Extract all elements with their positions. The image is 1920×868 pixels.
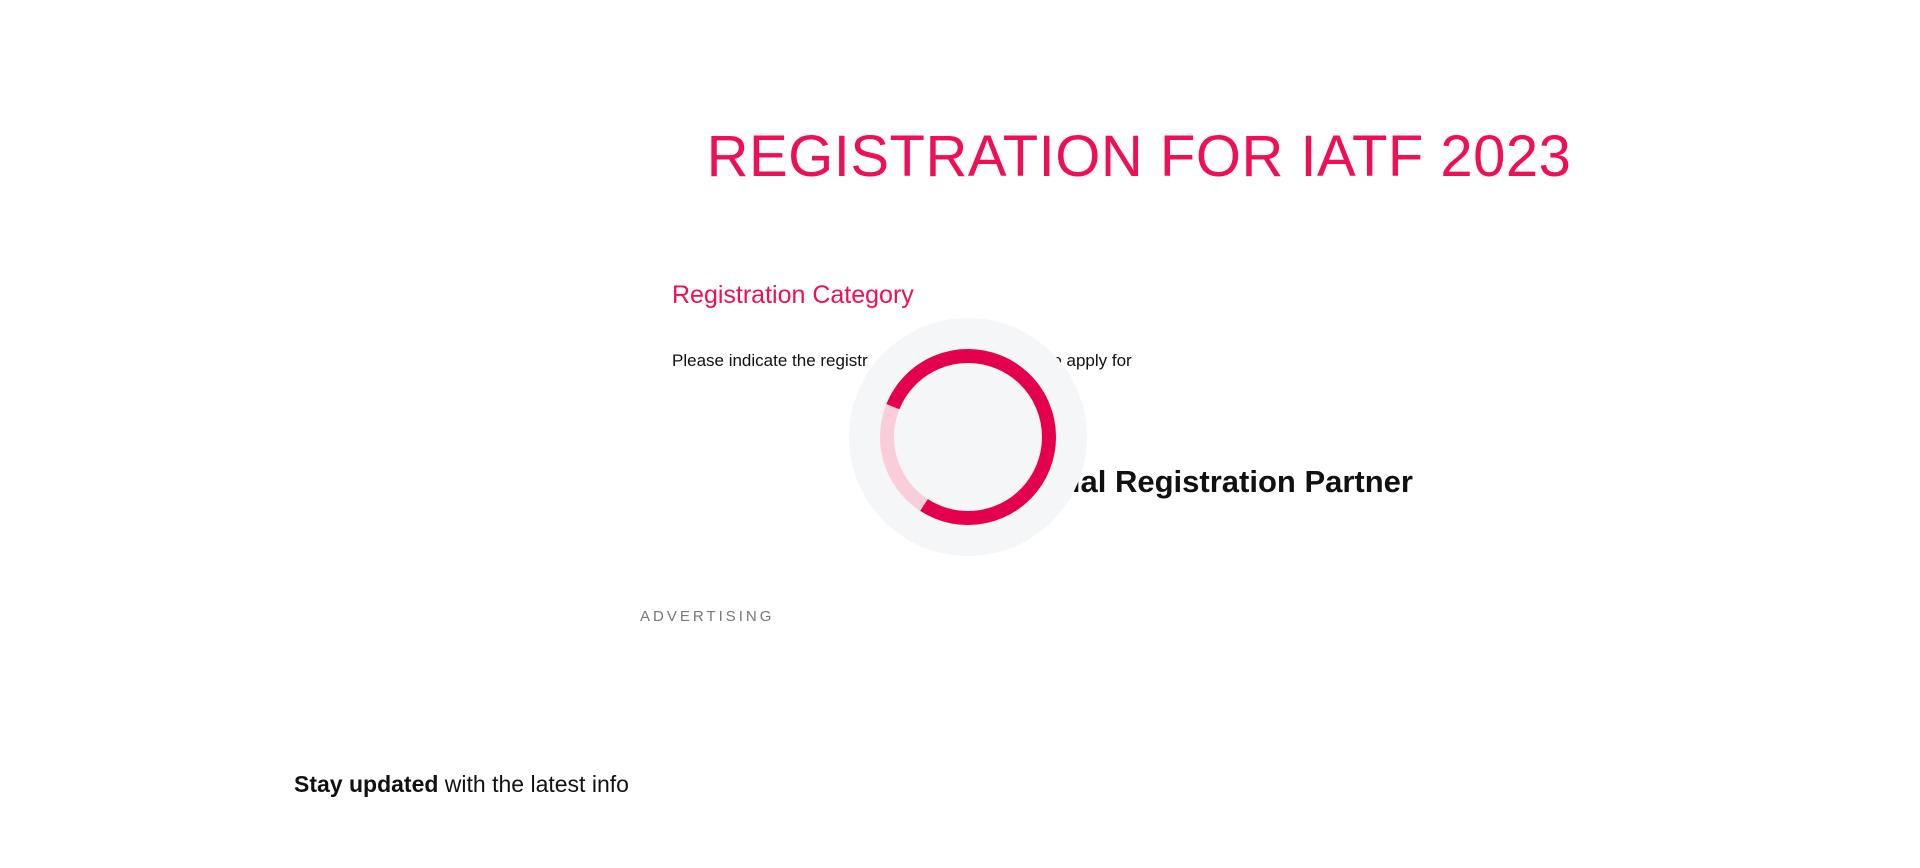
- loading-spinner-icon: [879, 349, 1056, 525]
- spinner-arc: [879, 349, 1056, 525]
- registration-category-title: Registration Category: [672, 281, 914, 309]
- registration-instructions-left: Please indicate the registr: [672, 351, 868, 370]
- advertising-label: ADVERTISING: [640, 608, 775, 625]
- page-title-text: REGISTRATION FOR IATF 2023: [706, 124, 1572, 189]
- newsletter-lead-rest: with the latest info: [438, 771, 629, 797]
- registration-partner-heading: cial Registration Partner: [1054, 464, 1413, 499]
- page-title: REGISTRATION FOR IATF 2023: [0, 128, 1920, 186]
- loading-spinner: [849, 318, 1087, 556]
- newsletter-lead-bold: Stay updated: [294, 771, 439, 797]
- registration-page: REGISTRATION FOR IATF 2023 Registration …: [0, 0, 1920, 868]
- newsletter-lead: Stay updated with the latest info: [294, 771, 629, 798]
